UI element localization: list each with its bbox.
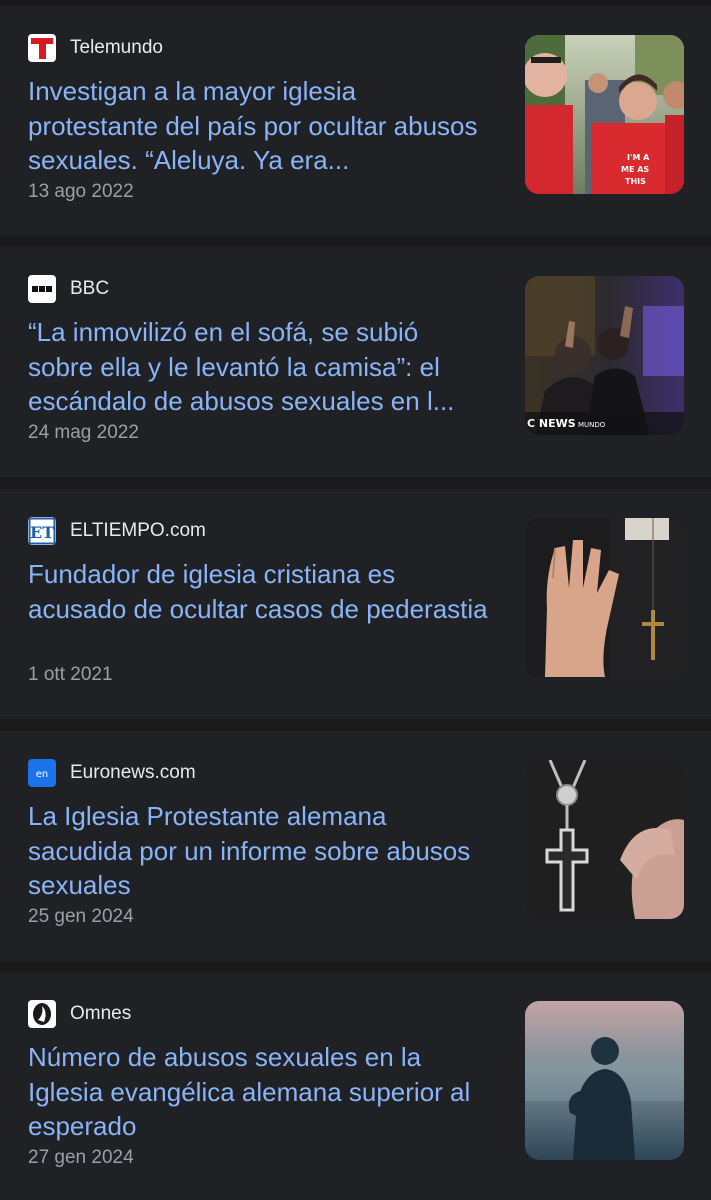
- article-date: 27 gen 2024: [28, 1147, 134, 1168]
- source-name[interactable]: ELTIEMPO.com: [70, 517, 206, 545]
- pectoral-cross-thumbnail[interactable]: [525, 760, 684, 919]
- news-card[interactable]: Omnes Número de abusos sexuales en la Ig…: [0, 972, 711, 1200]
- source-name[interactable]: Telemundo: [70, 34, 163, 62]
- source-row: Omnes: [28, 1000, 131, 1028]
- omnes-logo-icon: [28, 1000, 56, 1028]
- svg-text:I'M A: I'M A: [627, 153, 650, 162]
- article-headline[interactable]: La Iglesia Protestante alemana sacudida …: [28, 799, 488, 903]
- news-card[interactable]: BBC “La inmovilizó en el sofá, se subió …: [0, 247, 711, 477]
- article-headline[interactable]: “La inmovilizó en el sofá, se subió sobr…: [28, 315, 488, 419]
- svg-text:MUNDO: MUNDO: [578, 421, 606, 429]
- article-date: 24 mag 2022: [28, 422, 139, 443]
- bbc-logo-icon: [28, 275, 56, 303]
- article-date: 13 ago 2022: [28, 181, 134, 202]
- silhouette-fog-thumbnail[interactable]: [525, 1001, 684, 1160]
- news-card[interactable]: ET ELTIEMPO.com Fundador de iglesia cris…: [0, 489, 711, 719]
- euronews-logo-text: en: [36, 769, 49, 780]
- source-row: ET ELTIEMPO.com: [28, 517, 206, 545]
- svg-text:C NEWS: C NEWS: [527, 417, 576, 430]
- article-headline[interactable]: Investigan a la mayor iglesia protestant…: [28, 74, 488, 178]
- article-date: 25 gen 2024: [28, 906, 134, 927]
- svg-text:ME AS: ME AS: [621, 165, 649, 174]
- news-card[interactable]: Telemundo Investigan a la mayor iglesia …: [0, 6, 711, 236]
- source-row: Telemundo: [28, 34, 163, 62]
- news-feed: Telemundo Investigan a la mayor iglesia …: [0, 0, 711, 1200]
- source-row: en Euronews.com: [28, 759, 196, 787]
- euronews-logo-icon: en: [28, 759, 56, 787]
- source-row: BBC: [28, 275, 109, 303]
- telemundo-logo-icon: [28, 34, 56, 62]
- raised-hand-cross-thumbnail[interactable]: [525, 518, 684, 677]
- church-worship-thumbnail[interactable]: C NEWS MUNDO: [525, 276, 684, 435]
- article-headline[interactable]: Fundador de iglesia cristiana es acusado…: [28, 557, 488, 626]
- eltiempo-logo-text: ET: [30, 523, 54, 542]
- article-headline[interactable]: Número de abusos sexuales en la Iglesia …: [28, 1040, 488, 1144]
- eltiempo-logo-icon: ET: [28, 517, 56, 545]
- protest-crowd-thumbnail[interactable]: I'M A ME AS THIS: [525, 35, 684, 194]
- source-name[interactable]: Euronews.com: [70, 759, 196, 787]
- news-card[interactable]: en Euronews.com La Iglesia Protestante a…: [0, 731, 711, 961]
- article-date: 1 ott 2021: [28, 664, 113, 685]
- svg-text:THIS: THIS: [625, 177, 646, 186]
- source-name[interactable]: BBC: [70, 275, 109, 303]
- source-name[interactable]: Omnes: [70, 1000, 131, 1028]
